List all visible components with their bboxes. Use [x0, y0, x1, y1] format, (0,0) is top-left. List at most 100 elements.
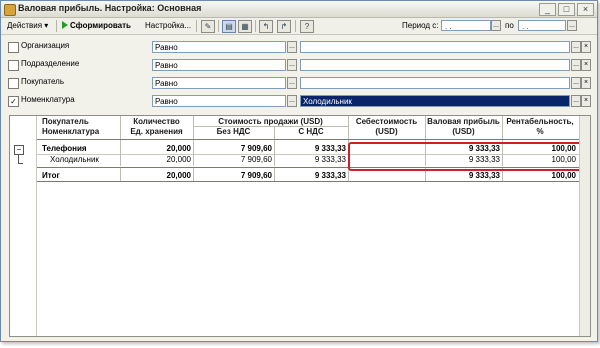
column-divider: [274, 140, 275, 166]
period-from-input[interactable]: . .: [441, 20, 491, 31]
column-divider: [274, 127, 275, 139]
value-picker-button[interactable]: ...: [571, 95, 581, 107]
row-quantity: 20,000: [166, 155, 191, 164]
toolbar-separator: [218, 20, 219, 32]
filter-value-field[interactable]: [300, 77, 570, 89]
total-gross-profit: 9 333,33: [468, 171, 500, 180]
column-divider: [193, 116, 194, 139]
filter-condition-field[interactable]: Равно: [152, 95, 286, 107]
value-picker-button[interactable]: ...: [571, 41, 581, 53]
header-unit: Ед. хранения: [130, 127, 183, 136]
window-title: Валовая прибыль. Настройка: Основная: [18, 3, 202, 13]
header-nomenclature: Номенклатура: [42, 127, 100, 136]
row-group-name: Телефония: [42, 144, 87, 153]
vertical-scrollbar[interactable]: [579, 116, 590, 336]
condition-picker-button[interactable]: ...: [287, 59, 297, 71]
filter-value-field[interactable]: Холодильник: [300, 95, 570, 107]
column-divider: [120, 168, 121, 181]
filter-value-field[interactable]: [300, 41, 570, 53]
header-no-vat: Без НДС: [216, 127, 251, 136]
actions-menu-button[interactable]: Действия ▾: [5, 19, 50, 32]
toolbar-separator: [56, 20, 57, 32]
column-divider: [120, 140, 121, 166]
report-window: Валовая прибыль. Настройка: Основная _ □…: [0, 0, 598, 342]
filter-row-organization: Организация Равно ... ... ×: [8, 40, 591, 54]
minimize-button[interactable]: _: [539, 3, 556, 16]
group-line-end: [18, 163, 23, 164]
filter-checkbox[interactable]: [8, 42, 19, 53]
period-from-label: Период с:: [402, 21, 439, 30]
column-divider: [120, 116, 121, 139]
clear-value-button[interactable]: ×: [581, 77, 591, 89]
column-divider: [425, 116, 426, 139]
total-label: Итог: [42, 171, 60, 180]
toolbar-separator: [255, 20, 256, 32]
filter-label: Покупатель: [21, 77, 64, 86]
filter-row-nomenclature: ✓ Номенклатура Равно ... Холодильник ...…: [8, 94, 591, 108]
toolbar-separator: [295, 20, 296, 32]
filter-condition-field[interactable]: Равно: [152, 59, 286, 71]
settings-button[interactable]: Настройка...: [143, 19, 193, 32]
filter-row-buyer: Покупатель Равно ... ... ×: [8, 76, 591, 90]
header-with-vat: С НДС: [298, 127, 324, 136]
period-from-picker-button[interactable]: ...: [491, 20, 501, 31]
toolbar-separator: [196, 20, 197, 32]
total-cost-price: [348, 170, 425, 181]
period-to-label: по: [505, 21, 514, 30]
generate-button[interactable]: Сформировать: [60, 19, 133, 32]
restore-icon[interactable]: ↰: [259, 20, 273, 33]
column-divider: [193, 140, 194, 166]
value-picker-button[interactable]: ...: [571, 77, 581, 89]
value-picker-button[interactable]: ...: [571, 59, 581, 71]
filter-label: Организация: [21, 41, 70, 50]
report-settings-icon[interactable]: ▤: [222, 20, 236, 33]
close-button[interactable]: ×: [577, 3, 594, 16]
filter-value-field[interactable]: [300, 59, 570, 71]
filter-row-department: Подразделение Равно ... ... ×: [8, 58, 591, 72]
app-icon: [4, 4, 16, 16]
condition-picker-button[interactable]: ...: [287, 95, 297, 107]
actions-label: Действия: [7, 21, 43, 30]
period-to-input[interactable]: . .: [518, 20, 566, 31]
row-no-vat: 7 909,60: [240, 155, 272, 164]
row-with-vat: 9 333,33: [314, 155, 346, 164]
column-divider: [348, 116, 349, 139]
row-no-vat: 7 909,60: [240, 144, 272, 153]
condition-picker-button[interactable]: ...: [287, 77, 297, 89]
highlight-annotation: [348, 142, 588, 171]
period-to-picker-button[interactable]: ...: [567, 20, 577, 31]
toolbar: Действия ▾ Сформировать Настройка... ✎ ▤…: [1, 18, 597, 35]
maximize-button[interactable]: □: [558, 3, 575, 16]
print-icon[interactable]: ✎: [201, 20, 215, 33]
total-quantity: 20,000: [166, 171, 191, 180]
clear-value-button[interactable]: ×: [581, 59, 591, 71]
play-icon: [62, 21, 68, 29]
header-profitability-unit: %: [536, 127, 544, 136]
total-with-vat: 9 333,33: [314, 171, 346, 180]
report-spreadsheet[interactable]: − Покупатель Номенклатура Количество Ед.…: [9, 115, 591, 337]
header-subdivider: [193, 126, 348, 127]
clear-value-button[interactable]: ×: [581, 95, 591, 107]
table-icon[interactable]: ▦: [238, 20, 252, 33]
total-bottom-line: [37, 181, 579, 182]
save-icon[interactable]: ↱: [277, 20, 291, 33]
filter-label: Подразделение: [21, 59, 80, 68]
help-icon[interactable]: ?: [300, 20, 314, 33]
filter-checkbox-checked[interactable]: ✓: [8, 96, 19, 107]
filter-checkbox[interactable]: [8, 78, 19, 89]
collapse-group-icon[interactable]: −: [14, 145, 24, 155]
total-profitability: 100,00: [551, 171, 576, 180]
row-with-vat: 9 333,33: [314, 144, 346, 153]
column-divider: [502, 116, 503, 139]
title-bar[interactable]: Валовая прибыль. Настройка: Основная _ □…: [1, 1, 597, 18]
row-item-name: Холодильник: [50, 155, 99, 164]
clear-value-button[interactable]: ×: [581, 41, 591, 53]
header-bottom-line: [37, 139, 579, 140]
column-divider: [193, 168, 194, 181]
generate-label: Сформировать: [70, 21, 131, 30]
filter-condition-field[interactable]: Равно: [152, 41, 286, 53]
filter-condition-field[interactable]: Равно: [152, 77, 286, 89]
filter-checkbox[interactable]: [8, 60, 19, 71]
condition-picker-button[interactable]: ...: [287, 41, 297, 53]
filter-label: Номенклатура: [21, 95, 75, 104]
